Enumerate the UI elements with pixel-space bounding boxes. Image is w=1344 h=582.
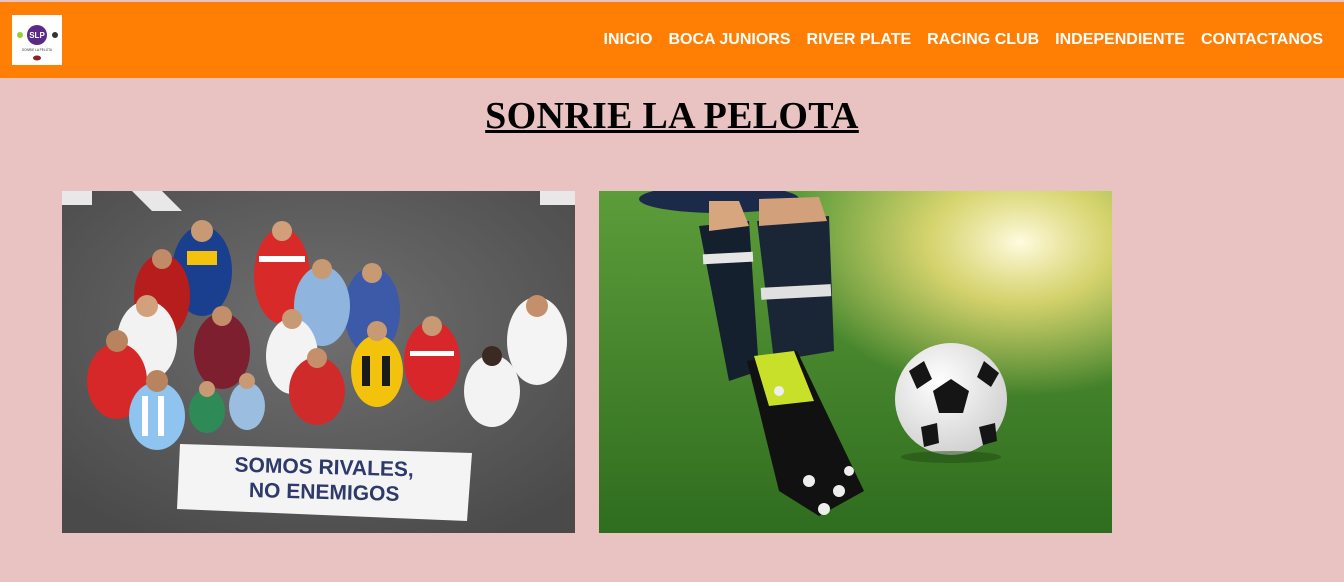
fans-photo: SOMOS RIVALES, NO ENEMIGOS bbox=[62, 191, 575, 533]
nav-inicio[interactable]: INICIO bbox=[604, 30, 653, 49]
nav-contactanos[interactable]: CONTACTANOS bbox=[1201, 30, 1323, 49]
banner-line-1: SOMOS RIVALES, bbox=[234, 454, 414, 482]
navbar: SLP SONRIE LA PELOTA INICIO BOCA JUNIORS… bbox=[0, 2, 1344, 78]
nav-boca-juniors[interactable]: BOCA JUNIORS bbox=[668, 30, 790, 49]
logo-text: SLP bbox=[29, 31, 45, 40]
banner-line-2: NO ENEMIGOS bbox=[249, 479, 400, 506]
site-logo[interactable]: SLP SONRIE LA PELOTA bbox=[12, 15, 62, 65]
soccer-ball-logo-icon: SLP SONRIE LA PELOTA bbox=[17, 25, 58, 61]
page-title: SONRIE LA PELOTA bbox=[485, 95, 859, 137]
nav-independiente[interactable]: INDEPENDIENTE bbox=[1055, 30, 1185, 49]
nav-river-plate[interactable]: RIVER PLATE bbox=[807, 30, 912, 49]
main-nav: INICIO BOCA JUNIORS RIVER PLATE RACING C… bbox=[604, 30, 1323, 49]
logo-subtext: SONRIE LA PELOTA bbox=[22, 48, 53, 52]
soccer-kick-photo bbox=[599, 191, 1112, 533]
nav-racing-club[interactable]: RACING CLUB bbox=[927, 30, 1039, 49]
